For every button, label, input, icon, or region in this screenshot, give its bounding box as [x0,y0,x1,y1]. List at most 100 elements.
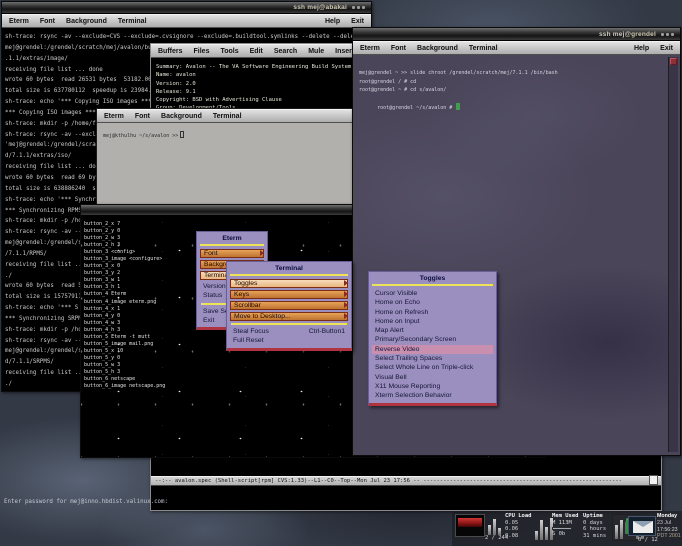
uptime-value: 0 days [583,520,606,527]
mail-count: 0 / 12 [638,537,658,544]
menubar-item[interactable]: Exit [351,18,364,25]
terminal-line: mej@grendel ~ >> slide chroot /grendel/s… [359,69,680,78]
terminal-line: root@grendel / # cd [359,78,680,87]
menubar-item[interactable]: Help [634,45,649,52]
cpu-meter-bars [535,516,553,540]
desktop: { "colors": { "menu_bg_purple": "#9a8fbe… [0,0,682,546]
menubar-item[interactable]: Font [391,45,406,52]
menu-item[interactable]: Home on Echo [372,298,493,307]
menu-submenu-item[interactable]: Toggles [230,279,348,288]
mixer-bars [615,519,623,539]
menu-submenu-item[interactable]: Font [200,249,264,258]
menu-item[interactable]: Home on Input [372,317,493,326]
titlebar-abakai[interactable]: ssh mej@abakai [2,2,371,14]
menubar-item[interactable]: Font [135,113,150,120]
menu-item[interactable]: Map Alert [372,326,493,335]
cpu-load-title: CPU Load [505,513,532,520]
window-buttons[interactable] [661,33,664,36]
menu-submenu-item[interactable]: Keys [230,290,348,299]
scrollbar-anchor[interactable] [670,58,677,65]
uptime-value: 6 hours [583,526,606,533]
menubar-item[interactable]: Eterm [104,113,124,120]
menubar-item[interactable]: Eterm [9,18,29,25]
menu-item[interactable]: Primary/Secondary Screen [372,335,493,344]
menu-submenu-item[interactable]: Scrollbar [230,301,348,310]
menubar-item[interactable]: Terminal [469,45,498,52]
uptime-value: 31 mins [583,533,606,540]
cpu-load-value: 0.06 [505,526,532,533]
menu-item[interactable]: Steal FocusCtrl-Button1 [230,327,348,336]
terminal-window-kthulhu: Eterm Font Background Terminal mej@kthulhu … [96,108,353,205]
menu-item[interactable]: Select Trailing Spaces [372,354,493,363]
envelope-icon [633,521,653,533]
text-cursor [456,103,460,110]
scrollbar[interactable] [668,57,678,452]
terminal-menu: Terminal Toggles Keys Scrollbar Move to Des… [226,261,352,351]
modeline-end-box[interactable] [649,475,658,485]
window-title: ssh mej@abakai [293,4,347,11]
clock-date: 23 Jul [657,520,681,527]
menu-item[interactable]: Full Reset [230,336,348,345]
net-monitor-epplet[interactable] [455,514,485,537]
menubar-item[interactable]: Help [325,18,340,25]
menubar-item[interactable]: Background [66,18,107,25]
menubar-item[interactable]: Edit [250,48,263,55]
epplet-dock: 2 / 244 CPU Load 0.050.060.08 Mem Used M… [452,511,682,546]
titlebar-grendel[interactable]: ssh mej@grendel [353,28,680,41]
menu-title: Terminal [230,264,348,276]
menubar-item[interactable]: Files [194,48,210,55]
net-monitor-graph [458,518,482,527]
menubar-item[interactable]: Tools [220,48,238,55]
toggles-menu: Toggles Cursor VisibleHome on EchoHome o… [368,271,497,406]
cpu-load-value: 0.08 [505,533,532,540]
mail-epplet[interactable] [628,516,656,536]
clock-day: Monday [657,513,681,520]
menu-item[interactable]: Visual Bell [372,373,493,382]
menu-item[interactable]: X11 Mouse Reporting [372,382,493,391]
password-prompt-text: Enter password for mej@inno.hbdist.valin… [4,499,168,505]
menubar-item[interactable]: Search [274,48,297,55]
menu-title: Eterm [200,234,264,246]
menu-separator [231,323,347,325]
menubar-item[interactable]: Terminal [118,18,147,25]
menu-title: Toggles [372,274,493,286]
menubar-item[interactable]: Font [40,18,55,25]
memory-swap-value: S 0b [552,531,579,538]
terminal-line: sh-trace: rsync -av --exclude=CVS --excl… [5,32,371,43]
xemacs-modeline: --:-- avalon.spec (Shell-script[rpm] CVS… [151,476,661,486]
terminal-line: root@grendel ~ # cd s/avalon/ [359,86,680,95]
menubar-item[interactable]: Background [161,113,202,120]
menu-item[interactable]: Home on Refresh [372,308,493,317]
memory-bar [552,527,572,530]
menubar-item[interactable]: Terminal [213,113,242,120]
shell-prompt: mej@kthulhu ~/s/avalon >> [103,133,178,139]
window-title: ssh mej@grendel [599,31,656,38]
menu-item[interactable]: Select Whole Line on Triple-click [372,363,493,372]
cpu-load-epplet[interactable]: CPU Load 0.050.060.08 [505,513,532,539]
menubar-item[interactable]: Mule [308,48,324,55]
menubar-item[interactable]: Background [417,45,458,52]
menu-item[interactable]: Xterm Selection Behavior [372,391,493,400]
uptime-title: Uptime [583,513,606,520]
uptime-epplet[interactable]: Uptime 0 days6 hours31 mins [583,513,606,539]
menubar-item[interactable]: Eterm [360,45,380,52]
clock-timezone: PDT 2001 [657,533,681,540]
memory-epplet[interactable]: Mem Used M 113M S 0b [552,513,579,538]
menubar-item[interactable]: Buffers [158,48,183,55]
clock-epplet[interactable]: Monday 23 Jul 17:56:23 PDT 2001 [657,513,681,540]
menubar-kthulhu: Eterm Font Background Terminal [97,109,352,123]
terminal-prompt-line: root@grendel ~/s/avalon # [359,95,680,122]
meter-bars [488,517,501,535]
clock-time: 17:56:23 [657,527,681,534]
text-cursor [180,131,184,138]
menubar-abakai: Eterm Font Background Terminal Help Exit [2,14,371,28]
menu-item[interactable]: Reverse Video [372,345,493,354]
menubar-grendel: Eterm Font Background Terminal Help Exit [353,41,680,55]
memory-title: Mem Used [552,513,579,520]
window-buttons[interactable] [352,6,355,9]
cpu-load-value: 0.05 [505,520,532,527]
menubar-item[interactable]: Exit [660,45,673,52]
menu-submenu-item[interactable]: Move to Desktop... [230,312,348,321]
menu-item[interactable]: Cursor Visible [372,289,493,298]
terminal-content-kthulhu[interactable]: mej@kthulhu ~/s/avalon >> [97,123,352,191]
